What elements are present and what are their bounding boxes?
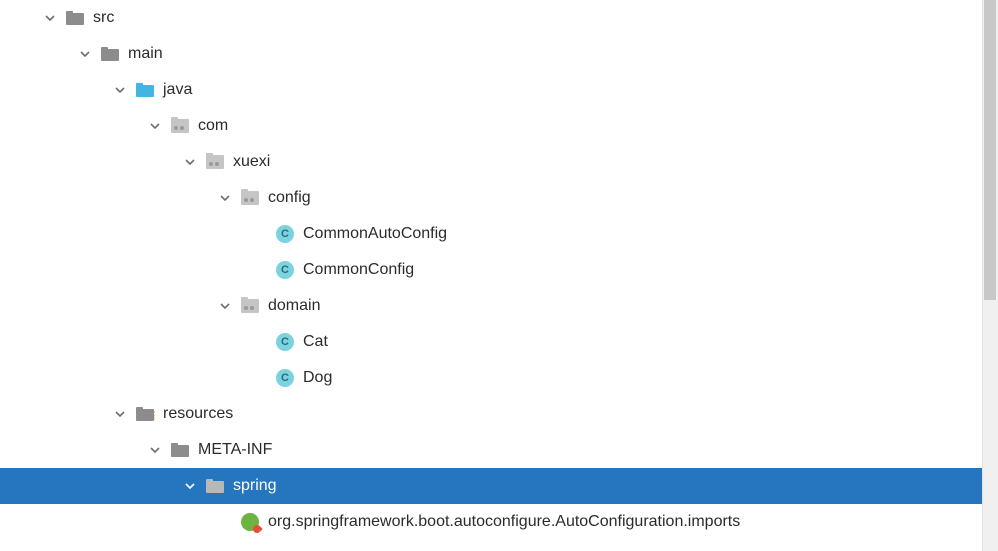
package-icon	[240, 296, 260, 316]
tree-row-xuexi[interactable]: xuexi	[0, 144, 982, 180]
java-class-icon: C	[275, 260, 295, 280]
tree-item-label: Cat	[303, 332, 328, 351]
tree-row-spring[interactable]: spring	[0, 468, 982, 504]
folder-icon	[205, 476, 225, 496]
chevron-down-icon[interactable]	[41, 9, 59, 27]
java-class-icon: C	[275, 224, 295, 244]
tree-row-class[interactable]: C Dog	[0, 360, 982, 396]
resources-folder-icon	[135, 404, 155, 424]
tree-row-class[interactable]: C CommonConfig	[0, 252, 982, 288]
tree-row-java[interactable]: java	[0, 72, 982, 108]
tree-item-label: src	[93, 8, 114, 27]
spring-config-file-icon	[240, 512, 260, 532]
chevron-down-icon[interactable]	[216, 297, 234, 315]
scrollbar-thumb[interactable]	[984, 0, 996, 300]
tree-item-label: java	[163, 80, 192, 99]
project-tree[interactable]: src main java com xuexi	[0, 0, 982, 551]
tree-item-label: resources	[163, 404, 233, 423]
tree-row-config[interactable]: config	[0, 180, 982, 216]
scrollbar-vertical[interactable]	[982, 0, 998, 551]
tree-item-label: config	[268, 188, 311, 207]
tree-row-meta-inf[interactable]: META-INF	[0, 432, 982, 468]
tree-item-label: org.springframework.boot.autoconfigure.A…	[268, 512, 740, 531]
folder-icon	[100, 44, 120, 64]
tree-item-label: main	[128, 44, 163, 63]
tree-item-label: spring	[233, 476, 277, 495]
tree-item-label: META-INF	[198, 440, 272, 459]
chevron-down-icon[interactable]	[181, 153, 199, 171]
tree-item-label: com	[198, 116, 228, 135]
tree-item-label: Dog	[303, 368, 332, 387]
tree-row-com[interactable]: com	[0, 108, 982, 144]
tree-item-label: xuexi	[233, 152, 270, 171]
chevron-down-icon[interactable]	[146, 441, 164, 459]
tree-row-class[interactable]: C Cat	[0, 324, 982, 360]
tree-row-resources[interactable]: resources	[0, 396, 982, 432]
chevron-down-icon[interactable]	[111, 405, 129, 423]
package-icon	[205, 152, 225, 172]
package-icon	[170, 116, 190, 136]
tree-item-label: CommonAutoConfig	[303, 224, 447, 243]
java-class-icon: C	[275, 332, 295, 352]
folder-icon	[65, 8, 85, 28]
chevron-down-icon[interactable]	[181, 477, 199, 495]
chevron-down-icon[interactable]	[111, 81, 129, 99]
tree-row-src[interactable]: src	[0, 0, 982, 36]
tree-row-imports-file[interactable]: org.springframework.boot.autoconfigure.A…	[0, 504, 982, 540]
source-folder-icon	[135, 80, 155, 100]
tree-item-label: domain	[268, 296, 320, 315]
tree-row-domain[interactable]: domain	[0, 288, 982, 324]
chevron-down-icon[interactable]	[76, 45, 94, 63]
package-icon	[240, 188, 260, 208]
tree-row-main[interactable]: main	[0, 36, 982, 72]
tree-item-label: CommonConfig	[303, 260, 414, 279]
folder-icon	[170, 440, 190, 460]
tree-row-class[interactable]: C CommonAutoConfig	[0, 216, 982, 252]
java-class-icon: C	[275, 368, 295, 388]
chevron-down-icon[interactable]	[216, 189, 234, 207]
chevron-down-icon[interactable]	[146, 117, 164, 135]
